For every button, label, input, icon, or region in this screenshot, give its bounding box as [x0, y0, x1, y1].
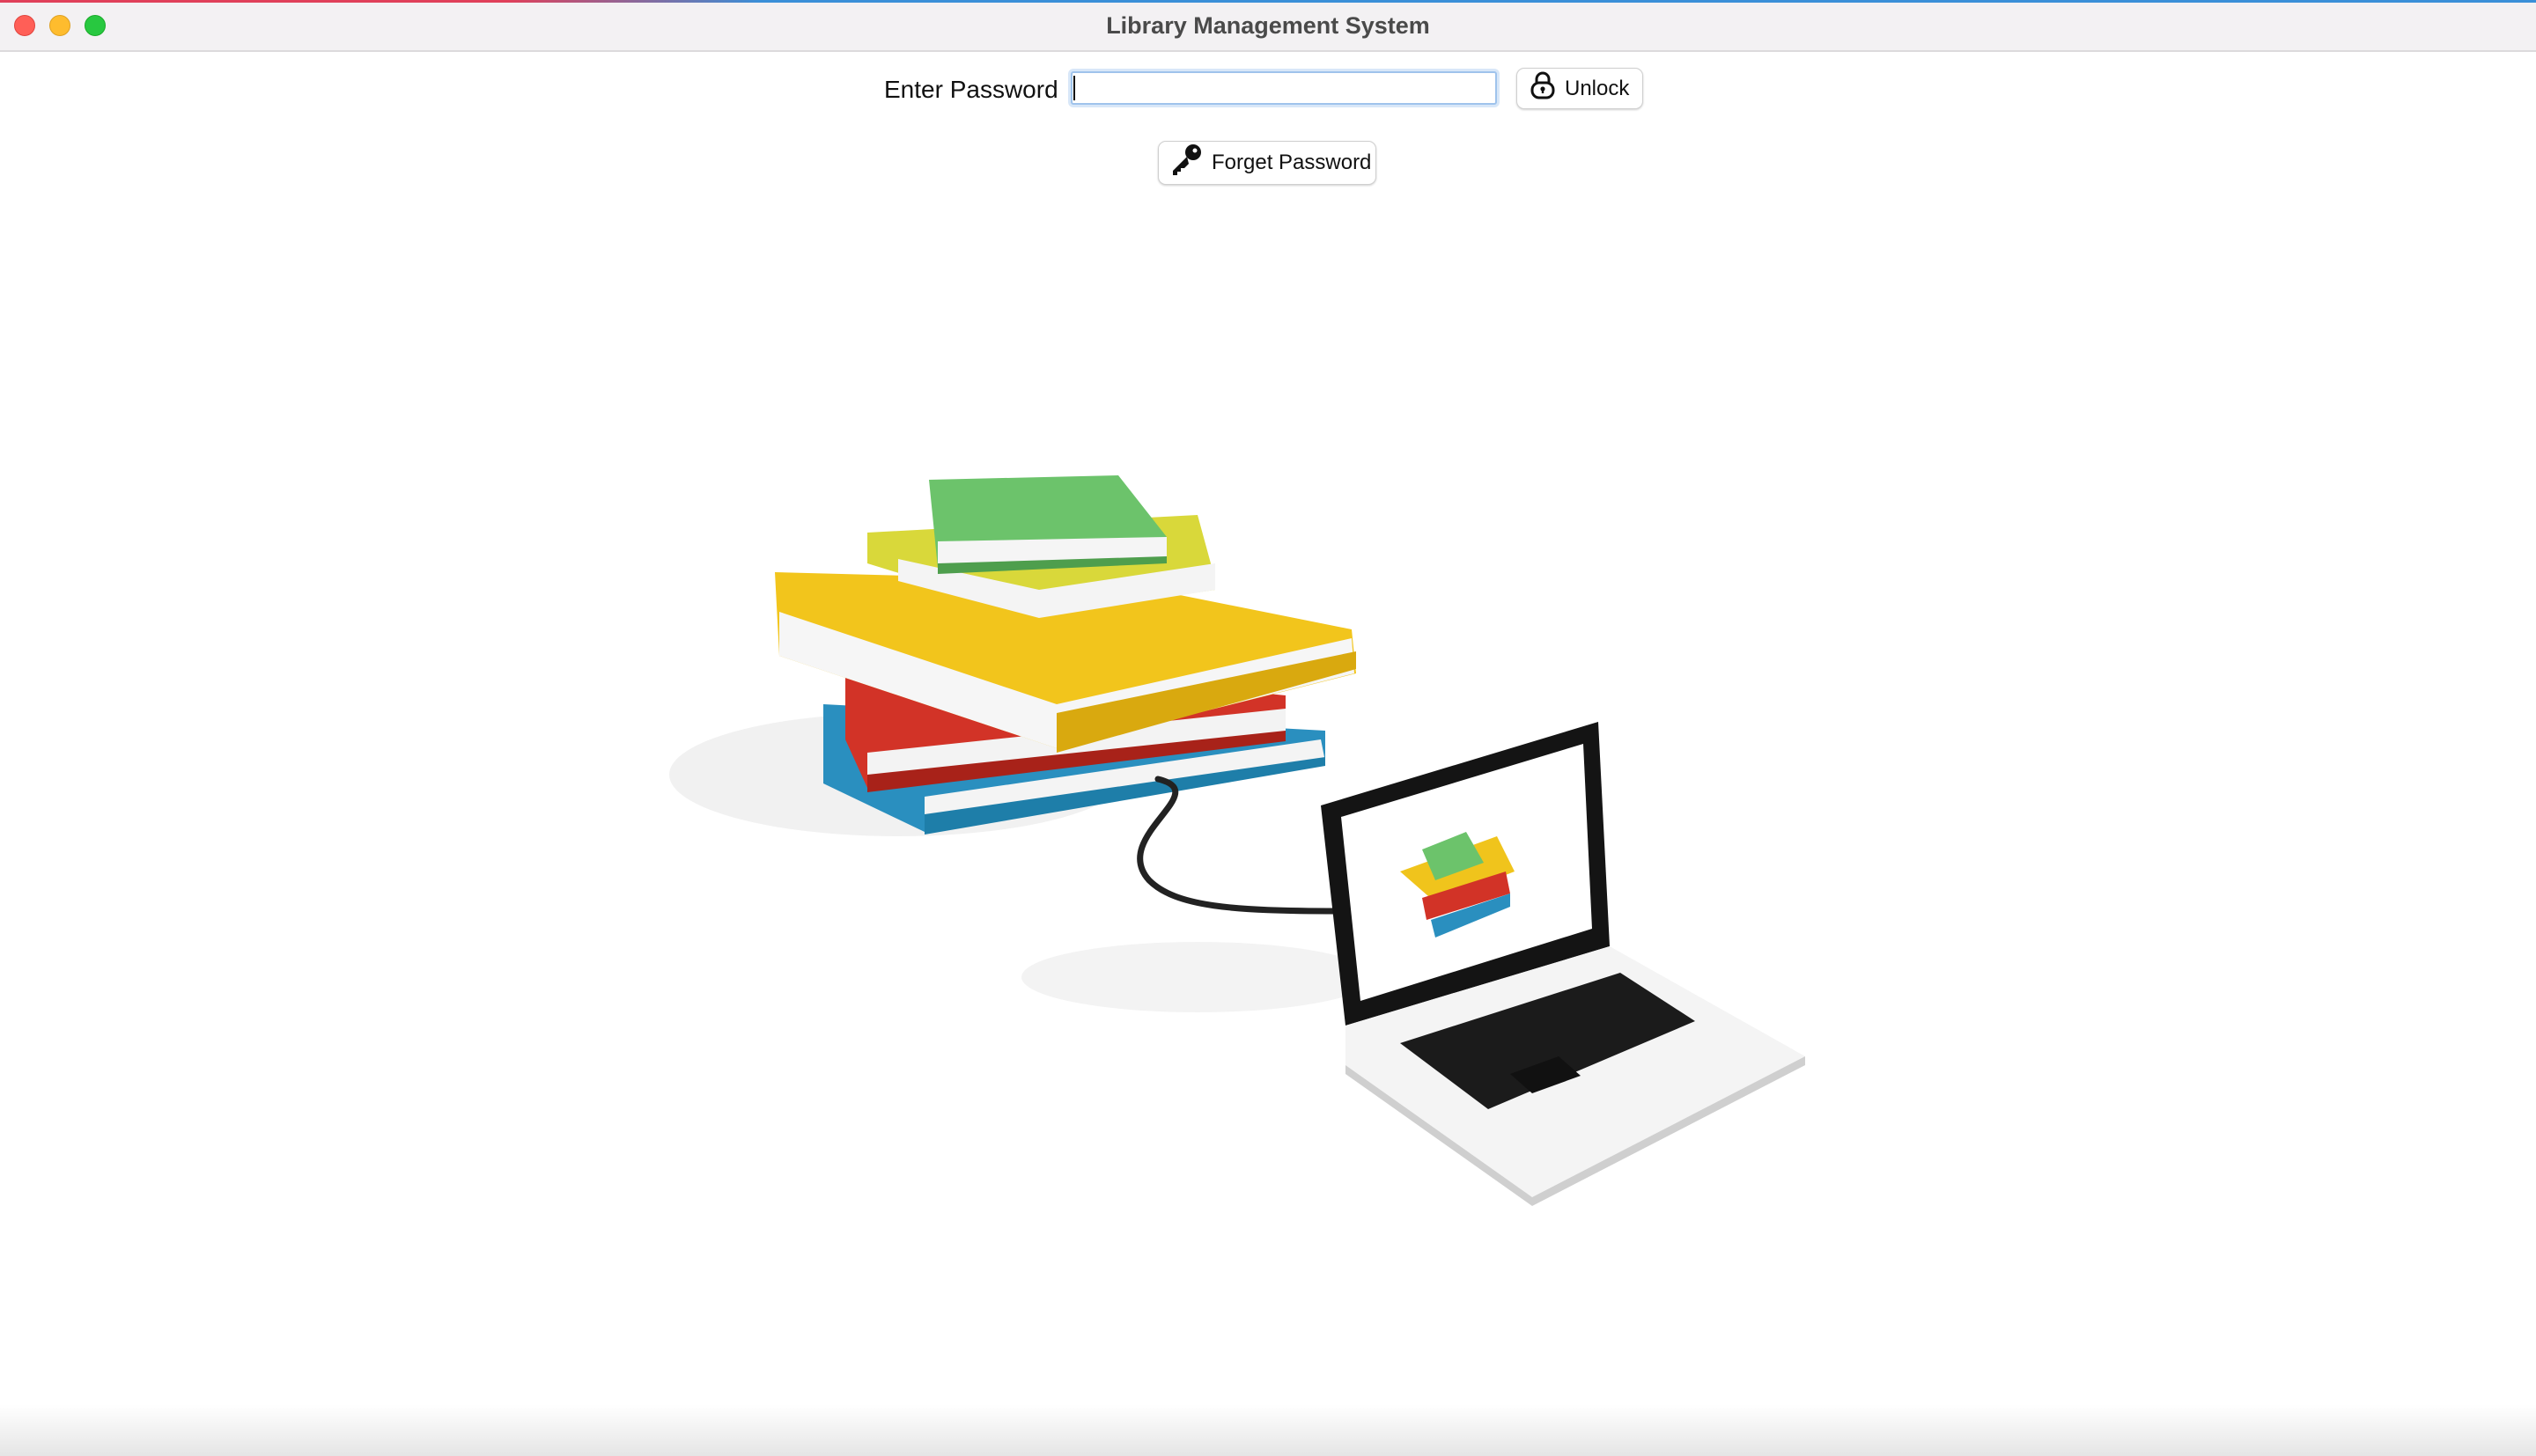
book-stack	[775, 475, 1356, 835]
padlock-icon	[1528, 70, 1558, 107]
password-input[interactable]	[1071, 71, 1497, 105]
window-bottom-edge	[0, 1404, 2536, 1456]
forget-password-button[interactable]: Forget Password	[1158, 141, 1376, 185]
title-bar[interactable]: Library Management System	[0, 0, 2536, 52]
password-label: Enter Password	[884, 76, 1058, 103]
laptop	[1321, 722, 1805, 1206]
text-caret	[1073, 76, 1075, 100]
forget-password-label: Forget Password	[1212, 151, 1372, 174]
books-laptop-illustration	[669, 475, 1805, 1206]
unlock-button[interactable]: Unlock	[1516, 68, 1643, 109]
app-window: Library Management System Enter Password…	[0, 0, 2536, 1456]
window-title: Library Management System	[1106, 12, 1430, 39]
unlock-button-label: Unlock	[1565, 76, 1630, 100]
key-icon	[1168, 142, 1205, 185]
